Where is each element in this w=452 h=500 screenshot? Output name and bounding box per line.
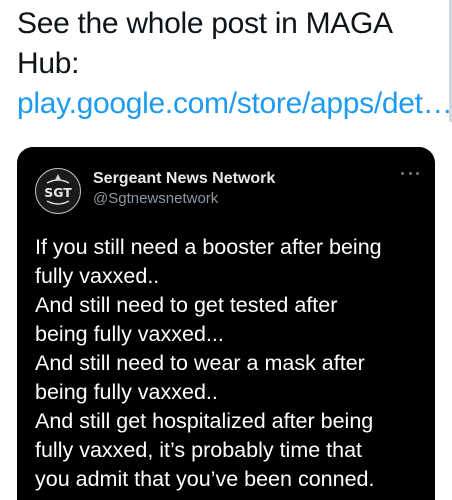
post-body-line: you admit that you’ve been conned. xyxy=(35,467,375,491)
post-header: SGT Sergeant News Network @Sgtnewsnetwor… xyxy=(35,167,435,217)
embedded-post-image[interactable]: SGT Sergeant News Network @Sgtnewsnetwor… xyxy=(17,147,435,500)
store-link[interactable]: play.google.com/store/apps/det… xyxy=(17,87,452,120)
post-body-line: being fully vaxxed.. xyxy=(35,380,218,404)
post-body: If you still need a booster after being … xyxy=(35,233,430,494)
avatar[interactable]: SGT xyxy=(35,168,81,214)
post-body-line: fully vaxxed, it’s probably time that xyxy=(35,438,363,462)
svg-text:SGT: SGT xyxy=(44,185,72,200)
tweet-text: See the whole post in MAGA Hub: play.goo… xyxy=(17,4,452,124)
post-body-line: And still get hospitalized after being xyxy=(35,409,374,433)
post-body-line: And still need to get tested after xyxy=(35,293,338,317)
author-handle[interactable]: @Sgtnewsnetwork xyxy=(93,189,275,209)
author-display-name[interactable]: Sergeant News Network xyxy=(93,169,275,189)
author-block: Sergeant News Network @Sgtnewsnetwork xyxy=(93,169,275,209)
post-body-line: fully vaxxed.. xyxy=(35,264,160,288)
tweet-page: See the whole post in MAGA Hub: play.goo… xyxy=(0,0,452,500)
more-horizontal-icon[interactable] xyxy=(401,169,419,177)
sgt-logo-icon: SGT xyxy=(44,174,72,205)
post-body-line: And still need to wear a mask after xyxy=(35,351,365,375)
tweet-text-prefix: See the whole post in MAGA Hub: xyxy=(17,7,392,80)
post-body-line: being fully vaxxed... xyxy=(35,322,224,346)
post-body-line: If you still need a booster after being xyxy=(35,235,382,259)
